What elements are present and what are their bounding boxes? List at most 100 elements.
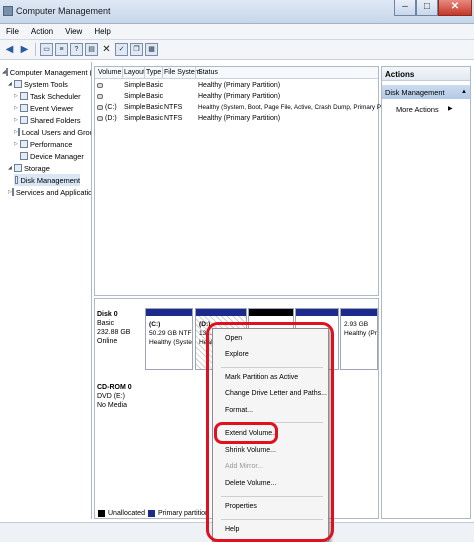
cell-layout: Simple [124, 93, 146, 100]
shared-folders-icon [20, 116, 28, 124]
delete-icon[interactable]: ✕ [100, 43, 113, 56]
disk-management-icon [15, 176, 19, 184]
tree-item-label: Performance [30, 139, 73, 149]
tree-item-device-manager[interactable]: Device Manager [14, 150, 91, 162]
table-row[interactable]: Simple Basic Healthy (Primary Partition) [95, 81, 378, 92]
performance-icon [20, 140, 28, 148]
column-header-volume[interactable]: Volume [98, 69, 121, 76]
tree-item-label: Computer Management (Local [9, 67, 92, 77]
menu-file[interactable]: File [0, 24, 25, 39]
cell-status: Healthy (System, Boot, Page File, Active… [198, 104, 403, 111]
more-actions-item[interactable]: More Actions ▶ [396, 105, 453, 114]
tree-item-label: Disk Management [20, 175, 80, 185]
back-arrow-icon[interactable]: ◀ [3, 43, 16, 56]
list-icon[interactable]: ≡ [55, 43, 68, 56]
properties-icon[interactable]: ▤ [85, 43, 98, 56]
disk-icon [97, 105, 103, 110]
disk-icon [97, 94, 103, 99]
column-header-type[interactable]: Type [146, 69, 161, 76]
tree-item-shared-folders[interactable]: ▷ Shared Folders [14, 114, 91, 126]
partition-recovery[interactable]: 2.93 GB Healthy (Pri [340, 308, 378, 370]
legend-label: Unallocated [108, 509, 145, 517]
actions-section-disk-management[interactable]: Disk Management ▲ [382, 85, 470, 99]
disk-icon [97, 83, 103, 88]
partition-c[interactable]: (C:) 50.29 GB NTFS Healthy (System, [145, 308, 193, 370]
menu-view[interactable]: View [59, 24, 88, 39]
more-actions-label: More Actions [396, 105, 439, 114]
minimize-button[interactable]: – [394, 0, 416, 16]
maximize-button[interactable]: □ [416, 0, 438, 16]
title-bar: Computer Management – □ ✕ [0, 0, 474, 24]
column-header-layout[interactable]: Layout [124, 69, 145, 76]
disk-type: Basic [97, 320, 115, 327]
column-header-status[interactable]: Status [198, 69, 218, 76]
tree-item-local-users-and-groups[interactable]: ▷ Local Users and Groups [14, 126, 91, 138]
check-disk-icon[interactable]: ✓ [115, 43, 128, 56]
table-row[interactable]: (D:) Simple Basic NTFS Healthy (Primary … [95, 114, 378, 125]
menu-help[interactable]: Help [88, 24, 116, 39]
tree-item-performance[interactable]: ▷ Performance [14, 138, 91, 150]
tree-item-system-tools[interactable]: ◢ System Tools [8, 78, 91, 90]
partition-text: (C:) 50.29 GB NTFS Healthy (System, [149, 321, 193, 346]
partition-bar [196, 309, 246, 316]
tree-item-event-viewer[interactable]: ▷ Event Viewer [14, 102, 91, 114]
close-button[interactable]: ✕ [438, 0, 472, 16]
cell-status: Healthy (Primary Partition) [198, 82, 281, 89]
disk-type: DVD (E:) [97, 393, 125, 400]
view-icon[interactable]: ▦ [145, 43, 158, 56]
help-icon[interactable]: ? [70, 43, 83, 56]
cell-layout: Simple [124, 82, 146, 89]
cell-status: Healthy (Primary Partition) [198, 115, 281, 122]
actions-section-label: Disk Management [385, 88, 445, 97]
tree-item-disk-management[interactable]: Disk Management [14, 174, 80, 186]
copy-icon[interactable]: ❐ [130, 43, 143, 56]
event-viewer-icon [20, 104, 28, 112]
collapse-up-icon[interactable]: ▲ [461, 89, 467, 95]
cell-file-system: NTFS [164, 104, 183, 111]
cell-status: Healthy (Primary Partition) [198, 93, 281, 100]
partition-bar [146, 309, 192, 316]
cell-layout: Simple [124, 115, 146, 122]
partition-text: 2.93 GB Healthy (Pri [344, 321, 378, 337]
column-divider[interactable] [144, 67, 145, 79]
partition-bar [249, 309, 293, 316]
column-divider[interactable] [122, 67, 123, 79]
tree-item-computer-management[interactable]: ◢ Computer Management (Local [2, 66, 92, 78]
navigation-tree: ◢ Computer Management (Local ◢ System To… [0, 62, 92, 519]
tree-item-label: Task Scheduler [30, 91, 81, 101]
task-scheduler-icon [20, 92, 28, 100]
volume-list-header: Volume Layout Type File System Status [95, 67, 378, 79]
disk-0-label[interactable]: Disk 0 Basic 232.88 GB Online [97, 310, 130, 346]
forward-arrow-icon[interactable]: ▶ [18, 43, 31, 56]
cell-volume: (D:) [105, 115, 117, 122]
menu-action[interactable]: Action [25, 24, 59, 39]
folder-icon[interactable]: ▭ [40, 43, 53, 56]
volume-list: Volume Layout Type File System Status Si… [94, 66, 402, 296]
table-row[interactable]: (C:) Simple Basic NTFS Healthy (System, … [95, 103, 402, 114]
actions-pane: Actions Disk Management ▲ More Actions ▶ [381, 66, 471, 519]
computer-icon [5, 68, 8, 76]
cdrom-0-label[interactable]: CD-ROM 0 DVD (E:) No Media [97, 383, 132, 410]
partition-bar [296, 309, 338, 316]
services-icon [11, 188, 14, 196]
column-divider[interactable] [195, 67, 196, 79]
tree-item-label: Local Users and Groups [21, 127, 91, 137]
tree-item-services-and-applications[interactable]: ▷ Services and Applications [8, 186, 91, 198]
tree-item-label: Event Viewer [30, 103, 74, 113]
submenu-arrow-icon: ▶ [448, 106, 453, 112]
disk-name: CD-ROM 0 [97, 384, 132, 391]
column-divider[interactable] [162, 67, 163, 79]
tree-item-label: Storage [24, 163, 50, 173]
window-title: Computer Management [16, 6, 111, 16]
toolbar-separator [35, 43, 36, 56]
cell-layout: Simple [124, 104, 146, 111]
tree-item-label: System Tools [24, 79, 68, 89]
system-tools-icon [14, 80, 22, 88]
storage-icon [14, 164, 22, 172]
tree-item-task-scheduler[interactable]: ▷ Task Scheduler [14, 90, 91, 102]
partition-bar [341, 309, 377, 316]
table-row[interactable]: Simple Basic Healthy (Primary Partition) [95, 92, 378, 103]
tree-item-label: Device Manager [30, 151, 84, 161]
tree-item-storage[interactable]: ◢ Storage [8, 162, 91, 174]
legend-swatch-primary [147, 509, 155, 517]
